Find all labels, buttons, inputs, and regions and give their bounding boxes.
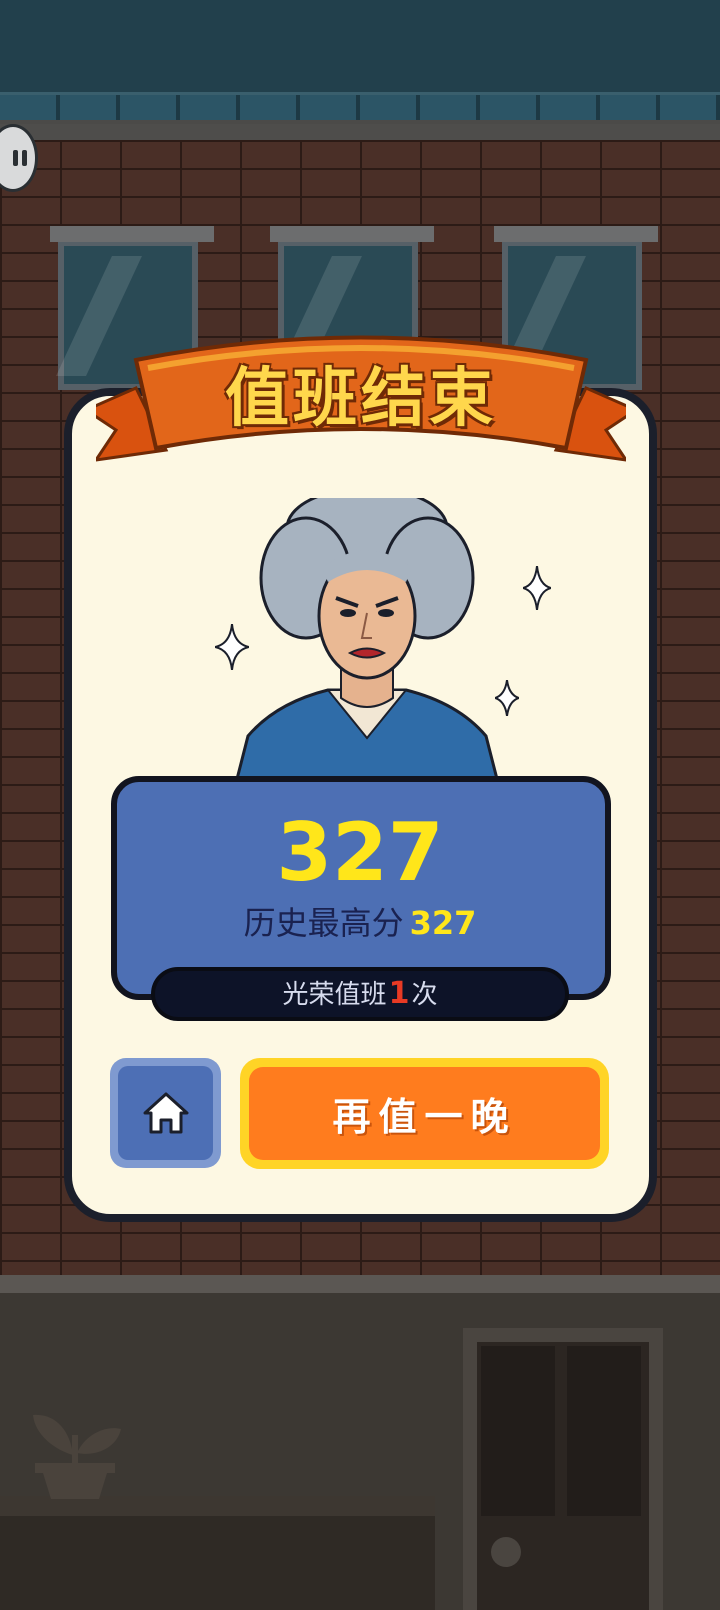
play-again-label: 再值一晚 (249, 1067, 600, 1160)
play-again-button[interactable]: 再值一晚 (240, 1058, 609, 1169)
potted-plant-icon (33, 1414, 121, 1499)
ribbon-title: 值班结束 (225, 362, 497, 436)
pause-icon (11, 150, 29, 166)
home-button[interactable] (110, 1058, 221, 1168)
duty-count: 1 (388, 976, 410, 1011)
duty-count-pill: 光荣值班1次 (151, 967, 569, 1021)
current-score: 327 (276, 806, 444, 899)
rooftop-railing (0, 92, 720, 124)
sparkle-icon (495, 680, 519, 716)
home-icon (143, 1092, 188, 1134)
best-score-label: 历史最高分 (243, 904, 404, 942)
best-score-line: 历史最高分 327 (0, 898, 720, 948)
counter-silhouette (0, 1496, 435, 1610)
sparkle-icon (523, 566, 551, 610)
roof-ledge (0, 124, 720, 140)
grandma-portrait (236, 498, 498, 783)
door-knob (491, 1537, 521, 1567)
building-door (463, 1328, 663, 1610)
wall-base-ledge (0, 1275, 720, 1293)
duty-suffix: 次 (411, 980, 438, 1010)
best-score-value: 327 (409, 904, 477, 942)
title-ribbon: 值班结束 (82, 320, 640, 480)
sky-background (0, 0, 720, 92)
duty-prefix: 光荣值班 (282, 980, 387, 1010)
